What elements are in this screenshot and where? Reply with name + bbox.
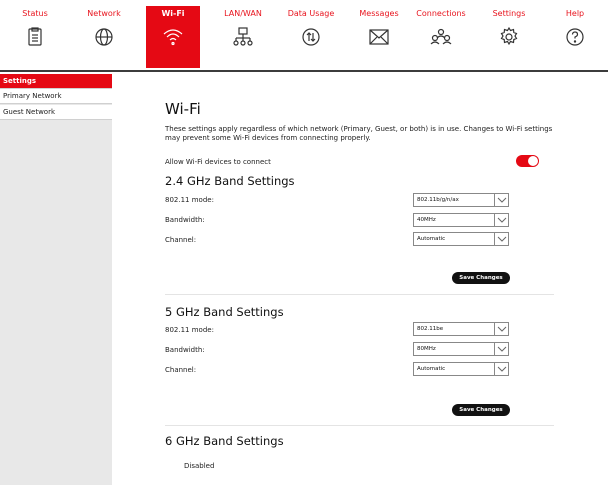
- nav-help[interactable]: Help: [548, 6, 602, 68]
- chevron-down-icon: [494, 194, 508, 206]
- nav-settings-label: Settings: [492, 9, 526, 18]
- nav-network-label: Network: [87, 9, 121, 18]
- chevron-down-icon: [494, 343, 508, 355]
- sidebar: Settings Primary Network Guest Network: [0, 74, 112, 485]
- lan-network-icon: [233, 27, 253, 46]
- nav-settings[interactable]: Settings: [482, 6, 536, 68]
- chevron-down-icon: [494, 233, 508, 245]
- band5-mode-select[interactable]: 802.11be: [413, 322, 509, 336]
- nav-messages-label: Messages: [359, 9, 399, 18]
- band5-channel-label: Channel:: [165, 366, 197, 374]
- band5-channel-value: Automatic: [417, 366, 446, 372]
- envelope-icon: [369, 29, 389, 45]
- nav-data-usage[interactable]: Data Usage: [284, 6, 338, 68]
- divider: [165, 425, 554, 426]
- data-transfer-icon: [302, 28, 320, 46]
- band24-bandwidth-label: Bandwidth:: [165, 216, 205, 224]
- band24-channel-value: Automatic: [417, 236, 446, 242]
- wifi-icon: [163, 29, 183, 46]
- question-mark-icon: [566, 28, 584, 46]
- band5-bandwidth-label: Bandwidth:: [165, 346, 205, 354]
- band24-save-button[interactable]: Save Changes: [452, 272, 510, 284]
- users-icon: [430, 28, 452, 45]
- nav-connections-label: Connections: [416, 9, 466, 18]
- band24-mode-value: 802.11b/g/n/ax: [417, 197, 459, 203]
- nav-wifi[interactable]: Wi-Fi: [146, 6, 200, 68]
- intro-text: These settings apply regardless of which…: [165, 125, 553, 142]
- band6-title: 6 GHz Band Settings: [165, 434, 284, 448]
- globe-icon: [95, 28, 113, 46]
- band5-channel-select[interactable]: Automatic: [413, 362, 509, 376]
- clipboard-icon: [28, 27, 42, 46]
- nav-connections[interactable]: Connections: [414, 6, 468, 68]
- band5-bandwidth-value: 80MHz: [417, 346, 436, 352]
- nav-help-label: Help: [565, 9, 585, 18]
- allow-wifi-toggle[interactable]: [516, 155, 539, 167]
- band24-mode-label: 802.11 mode:: [165, 196, 214, 204]
- gear-icon: [500, 26, 518, 46]
- nav-messages[interactable]: Messages: [352, 6, 406, 68]
- chevron-down-icon: [494, 363, 508, 375]
- band24-bandwidth-select[interactable]: 40MHz: [413, 213, 509, 227]
- top-navigation: Status Network Wi-Fi LAN/WAN Data Usage …: [0, 0, 608, 72]
- sidebar-item-settings[interactable]: Settings: [0, 74, 112, 89]
- nav-status-label: Status: [22, 9, 48, 18]
- sidebar-item-primary-network[interactable]: Primary Network: [0, 89, 112, 104]
- nav-data-usage-label: Data Usage: [287, 9, 335, 18]
- nav-wifi-label: Wi-Fi: [161, 9, 185, 18]
- band24-channel-label: Channel:: [165, 236, 197, 244]
- sidebar-item-guest-network[interactable]: Guest Network: [0, 105, 112, 120]
- toggle-knob: [528, 156, 538, 166]
- nav-network[interactable]: Network: [77, 6, 131, 68]
- band5-bandwidth-select[interactable]: 80MHz: [413, 342, 509, 356]
- divider: [165, 294, 554, 295]
- nav-lanwan-label: LAN/WAN: [224, 9, 262, 18]
- band5-mode-label: 802.11 mode:: [165, 326, 214, 334]
- band24-channel-select[interactable]: Automatic: [413, 232, 509, 246]
- nav-status[interactable]: Status: [8, 6, 62, 68]
- band5-title: 5 GHz Band Settings: [165, 305, 284, 319]
- band5-mode-value: 802.11be: [417, 326, 444, 332]
- chevron-down-icon: [494, 323, 508, 335]
- band5-save-button[interactable]: Save Changes: [452, 404, 510, 416]
- band24-title: 2.4 GHz Band Settings: [165, 174, 295, 188]
- band24-mode-select[interactable]: 802.11b/g/n/ax: [413, 193, 509, 207]
- band6-status: Disabled: [184, 462, 215, 470]
- page-title: Wi-Fi: [165, 100, 201, 118]
- band24-bandwidth-value: 40MHz: [417, 217, 436, 223]
- chevron-down-icon: [494, 214, 508, 226]
- nav-lanwan[interactable]: LAN/WAN: [216, 6, 270, 68]
- main-content: Wi-Fi These settings apply regardless of…: [112, 74, 608, 485]
- allow-wifi-label: Allow Wi-Fi devices to connect: [165, 158, 271, 166]
